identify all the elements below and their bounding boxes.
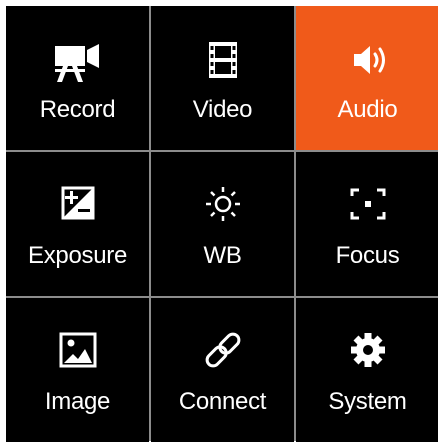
menu-item-label: WB [203,242,242,269]
speaker-icon [340,36,396,86]
menu-item-connect[interactable]: Connect [151,298,294,442]
sun-icon [195,182,251,232]
camera-icon [50,36,106,86]
image-icon [50,328,106,378]
settings-menu: Record Video Audio Exposure WB Focus Ima… [0,0,438,442]
menu-item-focus[interactable]: Focus [296,152,438,296]
menu-item-label: Exposure [28,242,127,269]
menu-item-image[interactable]: Image [6,298,149,442]
menu-grid: Record Video Audio Exposure WB Focus Ima… [6,6,438,442]
menu-item-exposure[interactable]: Exposure [6,152,149,296]
link-icon [195,328,251,378]
menu-item-label: Image [44,388,111,415]
menu-item-record[interactable]: Record [6,6,149,150]
exposure-icon [50,182,106,232]
menu-item-label: System [328,388,407,415]
menu-item-wb[interactable]: WB [151,152,294,296]
menu-item-system[interactable]: System [296,298,438,442]
gear-icon [340,328,396,378]
menu-item-audio[interactable]: Audio [296,6,438,150]
menu-item-label: Focus [335,242,400,269]
menu-item-label: Record [39,96,116,123]
menu-item-label: Video [192,96,253,123]
menu-item-label: Connect [178,388,267,415]
menu-item-video[interactable]: Video [151,6,294,150]
film-icon [195,36,251,86]
focus-icon [340,182,396,232]
menu-item-label: Audio [337,96,398,123]
